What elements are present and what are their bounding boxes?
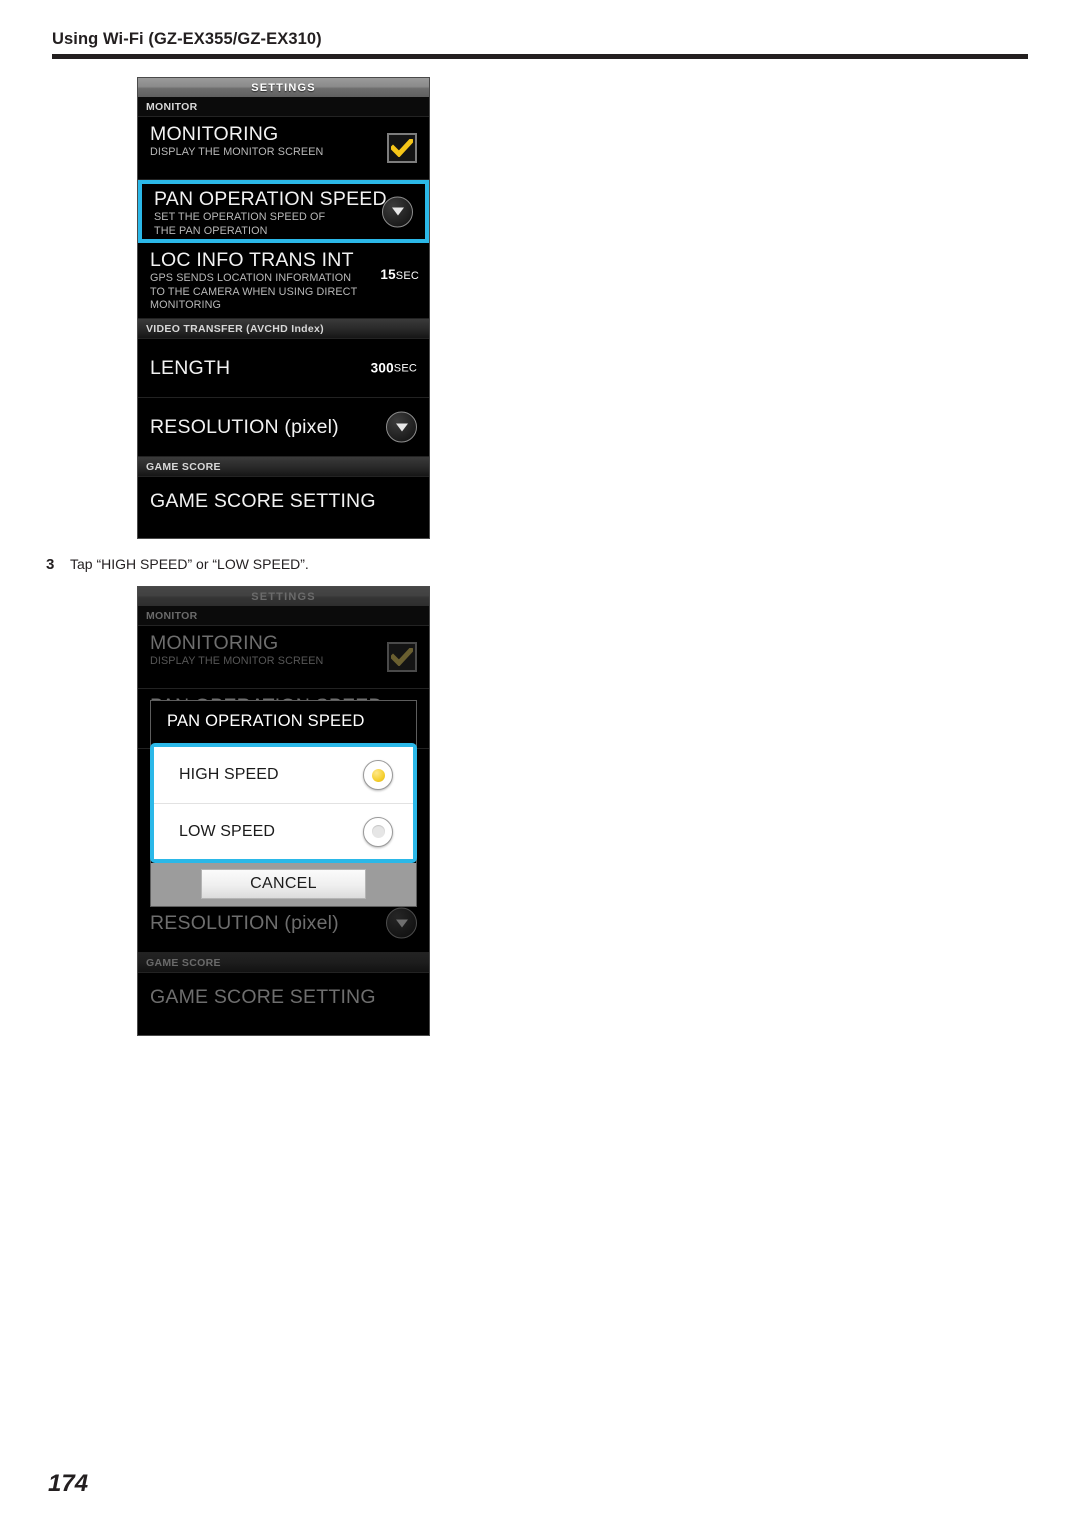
dialog-options-highlight: HIGH SPEED LOW SPEED bbox=[150, 743, 417, 863]
length-value-number: 300 bbox=[370, 360, 394, 376]
row-monitoring-title-dimmed: MONITORING bbox=[150, 632, 279, 654]
row-monitoring-dimmed: MONITORING DISPLAY THE MONITOR SCREEN bbox=[138, 626, 429, 689]
monitoring-checkbox-dimmed bbox=[387, 642, 417, 672]
option-low-speed[interactable]: LOW SPEED bbox=[154, 803, 413, 859]
chevron-down-icon[interactable] bbox=[382, 196, 413, 227]
row-resolution-title-dimmed: RESOLUTION (pixel) bbox=[150, 911, 339, 934]
row-loc-info-trans-int[interactable]: LOC INFO TRANS INT GPS SENDS LOCATION IN… bbox=[138, 243, 429, 319]
option-high-speed-radio[interactable] bbox=[363, 760, 393, 790]
loc-info-value-unit: SEC bbox=[395, 270, 419, 282]
length-value-unit: SEC bbox=[393, 362, 417, 374]
row-pan-operation-speed-subtitle: SET THE OPERATION SPEED OF THE PAN OPERA… bbox=[154, 211, 326, 237]
row-resolution-control[interactable] bbox=[386, 411, 417, 443]
settings-screenshot-top: SETTINGS MONITOR MONITORING DISPLAY THE … bbox=[137, 77, 430, 539]
option-high-speed[interactable]: HIGH SPEED bbox=[154, 747, 413, 803]
row-resolution[interactable]: RESOLUTION (pixel) bbox=[138, 398, 429, 457]
page-number: 174 bbox=[48, 1470, 89, 1497]
monitoring-checkbox[interactable] bbox=[387, 133, 417, 163]
step-3-number: 3 bbox=[46, 556, 55, 573]
row-length-value: 300 SEC bbox=[371, 361, 417, 376]
section-header-video-transfer: VIDEO TRANSFER (AVCHD Index) bbox=[138, 319, 429, 339]
row-resolution-control-dimmed bbox=[386, 907, 417, 939]
row-length[interactable]: LENGTH 300 SEC bbox=[138, 339, 429, 398]
loc-info-value-number: 15 bbox=[380, 267, 396, 282]
option-low-speed-radio[interactable] bbox=[363, 816, 393, 847]
settings-titlebar: SETTINGS bbox=[138, 78, 429, 97]
section-header-game-score: GAME SCORE bbox=[138, 457, 429, 477]
settings-titlebar-dimmed: SETTINGS bbox=[138, 587, 429, 606]
row-pan-operation-speed-control[interactable] bbox=[382, 196, 413, 227]
row-loc-info-trans-int-title: LOC INFO TRANS INT bbox=[150, 249, 354, 271]
option-low-speed-label: LOW SPEED bbox=[179, 822, 276, 840]
dialog-title: PAN OPERATION SPEED bbox=[151, 701, 416, 743]
pan-operation-speed-dialog: PAN OPERATION SPEED HIGH SPEED LOW SPEED… bbox=[150, 700, 417, 907]
dialog-footer: CANCEL bbox=[151, 863, 416, 906]
row-monitoring-control[interactable] bbox=[387, 133, 417, 163]
section-header-monitor-dimmed: MONITOR bbox=[138, 606, 429, 626]
row-resolution-title: RESOLUTION (pixel) bbox=[150, 415, 339, 438]
page-title: Using Wi-Fi (GZ-EX355/GZ-EX310) bbox=[52, 30, 322, 48]
row-loc-info-trans-int-value: 15SEC bbox=[380, 267, 419, 282]
row-loc-info-trans-int-subtitle: GPS SENDS LOCATION INFORMATION TO THE CA… bbox=[150, 272, 358, 312]
settings-screenshot-dialog: SETTINGS MONITOR MONITORING DISPLAY THE … bbox=[137, 586, 430, 1036]
option-high-speed-label: HIGH SPEED bbox=[179, 766, 279, 783]
row-monitoring[interactable]: MONITORING DISPLAY THE MONITOR SCREEN bbox=[138, 117, 429, 180]
chevron-down-icon bbox=[386, 907, 417, 939]
step-3: 3 Tap “HIGH SPEED” or “LOW SPEED”. bbox=[46, 556, 309, 573]
page-header: Using Wi-Fi (GZ-EX355/GZ-EX310) bbox=[52, 30, 1028, 59]
row-monitoring-subtitle-dimmed: DISPLAY THE MONITOR SCREEN bbox=[150, 655, 324, 668]
row-monitoring-control-dimmed bbox=[387, 642, 417, 672]
chevron-down-icon[interactable] bbox=[386, 411, 417, 443]
row-game-score-setting-dimmed: GAME SCORE SETTING bbox=[138, 973, 429, 1021]
row-game-score-setting-title-dimmed: GAME SCORE SETTING bbox=[150, 985, 376, 1008]
checkmark-icon bbox=[391, 648, 413, 666]
header-divider bbox=[52, 54, 1028, 59]
row-monitoring-title: MONITORING bbox=[150, 123, 279, 145]
step-3-text: Tap “HIGH SPEED” or “LOW SPEED”. bbox=[70, 556, 309, 572]
row-pan-operation-speed[interactable]: PAN OPERATION SPEED SET THE OPERATION SP… bbox=[142, 184, 425, 239]
row-monitoring-subtitle: DISPLAY THE MONITOR SCREEN bbox=[150, 146, 324, 159]
section-header-game-score-dimmed: GAME SCORE bbox=[138, 953, 429, 973]
row-pan-operation-speed-title: PAN OPERATION SPEED bbox=[154, 188, 387, 210]
row-pan-operation-speed-highlight[interactable]: PAN OPERATION SPEED SET THE OPERATION SP… bbox=[138, 180, 429, 243]
row-game-score-setting-title: GAME SCORE SETTING bbox=[150, 489, 376, 512]
section-header-monitor: MONITOR bbox=[138, 97, 429, 117]
cancel-button[interactable]: CANCEL bbox=[201, 869, 366, 899]
checkmark-icon bbox=[391, 139, 413, 157]
row-length-title: LENGTH bbox=[150, 356, 231, 379]
row-game-score-setting[interactable]: GAME SCORE SETTING bbox=[138, 477, 429, 525]
